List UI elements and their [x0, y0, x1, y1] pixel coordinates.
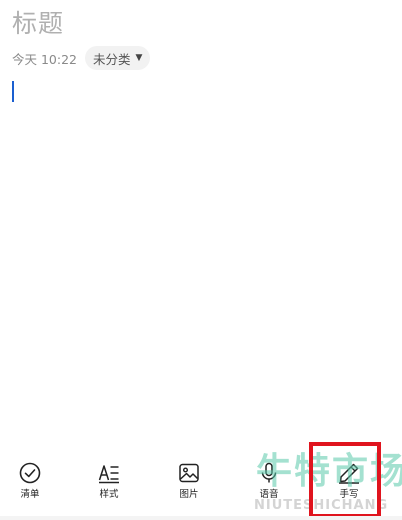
note-title[interactable]: 标题 — [12, 7, 64, 41]
microphone-icon — [261, 462, 277, 483]
toolbar-voice-button[interactable]: 语音 — [239, 455, 299, 505]
toolbar-style-button[interactable]: 样式 — [79, 455, 139, 505]
pen-icon — [339, 463, 359, 484]
chevron-down-icon: ▼ — [135, 52, 143, 63]
text-cursor — [12, 81, 14, 102]
toolbar-checklist-button[interactable]: 清单 — [0, 455, 60, 505]
text-style-icon — [98, 465, 119, 484]
bottom-toolbar: 清单 样式 图片 语音 手写 — [0, 455, 402, 505]
toolbar-image-button[interactable]: 图片 — [159, 455, 219, 505]
toolbar-image-label: 图片 — [179, 489, 199, 500]
toolbar-checklist-label: 清单 — [20, 489, 40, 500]
toolbar-style-label: 样式 — [99, 489, 119, 500]
note-meta: 今天 10:22 未分类 ▼ — [12, 46, 151, 70]
toolbar-handwriting-label: 手写 — [339, 489, 359, 500]
toolbar-handwriting-button[interactable]: 手写 — [319, 455, 379, 505]
category-label: 未分类 — [93, 51, 131, 67]
checklist-icon — [19, 462, 41, 484]
bottom-edge — [0, 516, 402, 520]
image-icon — [179, 463, 199, 483]
category-selector[interactable]: 未分类 ▼ — [85, 46, 151, 70]
note-timestamp: 今天 10:22 — [12, 51, 77, 67]
toolbar-voice-label: 语音 — [259, 489, 279, 500]
